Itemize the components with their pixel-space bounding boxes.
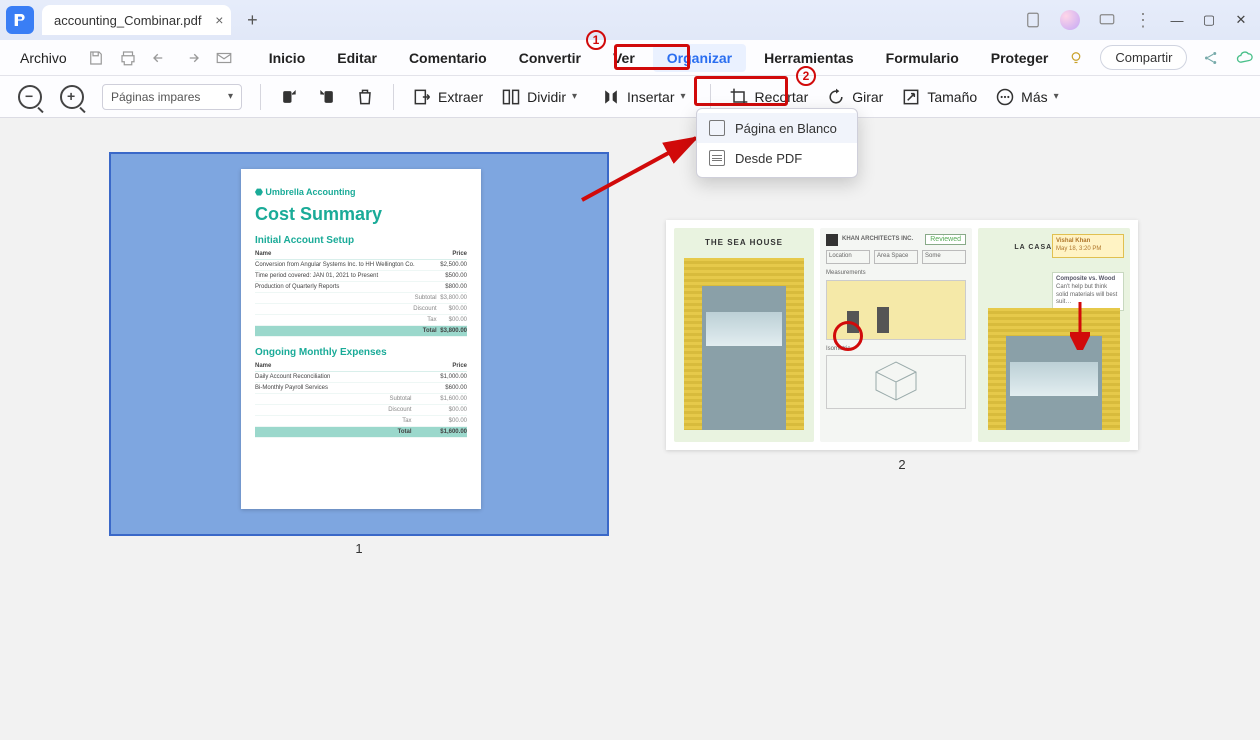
- document-tab[interactable]: accounting_Combinar.pdf ×: [42, 5, 231, 35]
- page-1-content: ⬣ Umbrella Accounting Cost Summary Initi…: [241, 169, 481, 509]
- annotation-step-1: 1: [586, 30, 606, 50]
- annotation-arrow: [578, 130, 708, 210]
- page-thumbnail-1[interactable]: ⬣ Umbrella Accounting Cost Summary Initi…: [109, 152, 609, 536]
- crop-button[interactable]: Recortar: [729, 87, 809, 107]
- chevron-down-icon: ▾: [572, 91, 577, 102]
- page-number-2: 2: [666, 457, 1138, 472]
- cloud-icon[interactable]: [1235, 48, 1255, 68]
- chevron-down-icon: ▾: [228, 91, 233, 102]
- from-pdf-icon: [709, 150, 725, 166]
- share-nodes-icon[interactable]: [1201, 48, 1221, 68]
- delete-button[interactable]: [355, 87, 375, 107]
- size-button[interactable]: Tamaño: [901, 87, 977, 107]
- app-logo-icon: [6, 6, 34, 34]
- menu-ver[interactable]: Ver: [599, 44, 649, 72]
- blank-page-label: Página en Blanco: [735, 121, 837, 136]
- insert-dropdown: Página en Blanco Desde PDF: [696, 108, 858, 178]
- extract-button[interactable]: Extraer: [412, 87, 483, 107]
- rotate-button[interactable]: Girar: [826, 87, 883, 107]
- more-label: Más: [1021, 89, 1047, 105]
- doc2-panel-mid: KHAN ARCHITECTS INC. Reviewed Location A…: [820, 228, 972, 442]
- insert-blank-page[interactable]: Página en Blanco: [697, 113, 857, 143]
- title-bar: accounting_Combinar.pdf × + ⋮ — ▢ ✕: [0, 0, 1260, 40]
- chat-icon[interactable]: [1098, 11, 1116, 29]
- menu-file[interactable]: Archivo: [10, 50, 77, 66]
- chevron-down-icon: ▾: [1054, 91, 1059, 102]
- split-label: Dividir: [527, 89, 566, 105]
- menu-organizar[interactable]: Organizar: [653, 44, 746, 72]
- insert-button[interactable]: Insertar ▾: [595, 83, 692, 111]
- zoom-out-button[interactable]: −: [18, 85, 42, 109]
- tab-title: accounting_Combinar.pdf: [54, 13, 201, 28]
- menu-proteger[interactable]: Proteger: [977, 44, 1063, 72]
- page-range-label: Páginas impares: [111, 90, 200, 104]
- workspace: ⬣ Umbrella Accounting Cost Summary Initi…: [0, 118, 1260, 740]
- print-icon[interactable]: [119, 49, 137, 67]
- window-minimize[interactable]: —: [1170, 13, 1184, 28]
- doc2-panel-left: THE SEA HOUSE: [674, 228, 814, 442]
- extract-label: Extraer: [438, 89, 483, 105]
- more-button[interactable]: Más ▾: [995, 87, 1058, 107]
- menu-convertir[interactable]: Convertir: [505, 44, 595, 72]
- user-avatar[interactable]: [1060, 10, 1080, 30]
- mail-icon[interactable]: [215, 49, 233, 67]
- menu-bar: Archivo Inicio Editar Comentario Convert…: [0, 40, 1260, 76]
- split-button[interactable]: Dividir ▾: [501, 87, 577, 107]
- redo-icon[interactable]: [183, 49, 201, 67]
- divider: [710, 84, 711, 110]
- page-thumbnail-2[interactable]: THE SEA HOUSE KHAN ARCHITECTS INC. Revie…: [666, 220, 1138, 450]
- new-tab-button[interactable]: +: [239, 7, 265, 33]
- close-tab-icon[interactable]: ×: [215, 12, 223, 28]
- organize-toolbar: − + Páginas impares ▾ Extraer Dividir ▾ I…: [0, 76, 1260, 118]
- size-label: Tamaño: [927, 89, 977, 105]
- rotate-left-button[interactable]: [279, 87, 299, 107]
- doc2-panel-right: LA CASA DEL MAR Vishal Khan May 18, 3:20…: [978, 228, 1130, 442]
- chevron-down-icon: ▾: [681, 91, 686, 102]
- save-icon[interactable]: [87, 49, 105, 67]
- page-range-select[interactable]: Páginas impares ▾: [102, 84, 242, 110]
- annotation-step-2: 2: [796, 66, 816, 86]
- menu-comentario[interactable]: Comentario: [395, 44, 501, 72]
- undo-icon[interactable]: [151, 49, 169, 67]
- divider: [393, 84, 394, 110]
- window-maximize[interactable]: ▢: [1202, 12, 1216, 28]
- lightbulb-icon[interactable]: [1066, 48, 1086, 68]
- rotate-label: Girar: [852, 89, 883, 105]
- menu-formulario[interactable]: Formulario: [872, 44, 973, 72]
- from-pdf-label: Desde PDF: [735, 151, 802, 166]
- window-close[interactable]: ✕: [1234, 12, 1248, 28]
- crop-label: Recortar: [755, 89, 809, 105]
- page-number-1: 1: [111, 541, 607, 556]
- divider: [260, 84, 261, 110]
- menu-editar[interactable]: Editar: [323, 44, 391, 72]
- doc1-title: Cost Summary: [255, 204, 467, 225]
- menu-inicio[interactable]: Inicio: [255, 44, 320, 72]
- zoom-in-button[interactable]: +: [60, 85, 84, 109]
- kebab-icon[interactable]: ⋮: [1134, 11, 1152, 29]
- rotate-right-button[interactable]: [317, 87, 337, 107]
- insert-label: Insertar: [627, 89, 674, 105]
- blank-page-icon: [709, 120, 725, 136]
- notebook-icon[interactable]: [1024, 11, 1042, 29]
- insert-from-pdf[interactable]: Desde PDF: [697, 143, 857, 173]
- share-button[interactable]: Compartir: [1100, 45, 1187, 70]
